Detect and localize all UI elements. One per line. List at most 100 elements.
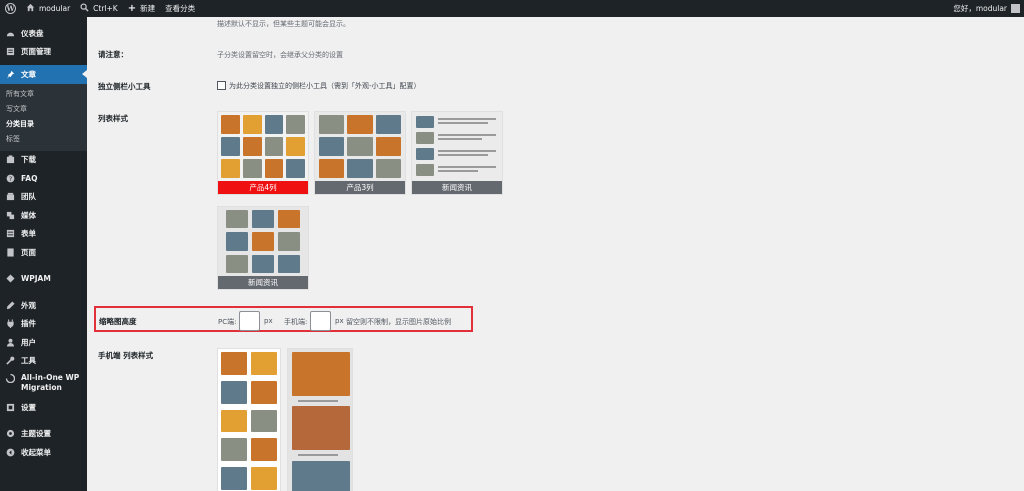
menu-dashboard[interactable]: 仪表盘	[0, 24, 87, 43]
menu-label: All-in-One WP Migration	[21, 373, 80, 392]
migration-icon	[6, 374, 15, 383]
menu-label: 主题设置	[21, 429, 51, 439]
site-name-label: modular	[39, 4, 71, 13]
menu-label: 团队	[21, 192, 36, 202]
greeting-label: 您好，modular	[953, 4, 1007, 13]
mobile-list-style-label: 手机端 列表样式	[98, 351, 154, 360]
svg-text:?: ?	[9, 176, 12, 183]
menu-label: WPJAM	[21, 274, 51, 284]
list-style-caption: 产品3列	[315, 181, 405, 194]
admin-sidebar: 仪表盘 页面管理 文章 所有文章 写文章 分类目录 标签 下载 ? FAQ 团队…	[0, 17, 87, 491]
menu-label: 页面	[21, 247, 36, 257]
admin-bar: W modular Ctrl+K + 新建 查看分类 您好，modular	[0, 0, 1024, 17]
list-style-option-product-3col[interactable]: 产品3列	[314, 111, 406, 195]
menu-label: 媒体	[21, 210, 36, 220]
thumbnail-height-label: 缩略图高度	[99, 317, 137, 326]
dashboard-icon	[6, 29, 15, 38]
category-edit-form: 描述默认不显示，但某些主题可能会显示。 请注意： 子分类设置留空时，会继承父分类…	[87, 17, 1024, 491]
theme-settings-icon	[6, 429, 15, 438]
list-style-option-news-1[interactable]: 新闻资讯	[411, 111, 503, 195]
pin-icon	[6, 70, 15, 79]
menu-settings[interactable]: 设置	[0, 398, 87, 417]
mobile-list-style-option-list[interactable]	[287, 348, 353, 491]
sidebar-widget-checkbox[interactable]	[217, 81, 226, 90]
new-content-link[interactable]: + 新建	[123, 0, 160, 17]
mobile-label: 手机端:	[284, 318, 308, 326]
thumbnail-height-hint: 留空则不限制，显示图片原始比例	[346, 318, 451, 326]
menu-label: 页面管理	[21, 47, 51, 57]
plugins-icon	[6, 319, 15, 329]
menu-label: 插件	[21, 319, 36, 329]
menu-media[interactable]: 媒体	[0, 206, 87, 225]
menu-page[interactable]: 页面	[0, 243, 87, 262]
submenu-categories[interactable]: 分类目录	[0, 117, 87, 132]
submenu-all-posts[interactable]: 所有文章	[0, 87, 87, 102]
menu-label: 工具	[21, 356, 36, 366]
my-account-link[interactable]: 您好，modular	[948, 0, 1024, 17]
thumbnail-image	[315, 112, 405, 181]
appearance-icon	[6, 301, 15, 310]
form-icon	[6, 229, 15, 238]
description-hint: 描述默认不显示，但某些主题可能会显示。	[217, 20, 350, 28]
list-style-caption: 新闻资讯	[412, 181, 502, 194]
new-content-label: 新建	[140, 4, 156, 13]
menu-tools[interactable]: 工具	[0, 352, 87, 371]
menu-label: 表单	[21, 229, 36, 239]
users-icon	[6, 338, 15, 347]
menu-label: 仪表盘	[21, 28, 44, 38]
collapse-icon	[6, 448, 15, 457]
menu-forms[interactable]: 表单	[0, 225, 87, 244]
thumbnail-image	[288, 349, 352, 491]
command-palette-link[interactable]: Ctrl+K	[75, 0, 123, 17]
pc-label: PC端:	[218, 318, 237, 326]
notice-label: 请注意：	[98, 50, 128, 59]
menu-team[interactable]: 团队	[0, 188, 87, 207]
posts-submenu: 所有文章 写文章 分类目录 标签	[0, 83, 87, 151]
menu-download[interactable]: 下载	[0, 151, 87, 170]
thumbnail-image	[218, 349, 280, 491]
mobile-list-style-option-grid[interactable]	[217, 348, 281, 491]
team-icon	[6, 192, 15, 201]
menu-label: 下载	[21, 155, 36, 165]
wpjam-icon	[6, 274, 15, 283]
site-name-link[interactable]: modular	[21, 0, 75, 17]
view-category-link[interactable]: 查看分类	[160, 0, 200, 17]
menu-label: FAQ	[21, 173, 38, 183]
pages-icon	[6, 47, 15, 56]
avatar	[1011, 4, 1020, 13]
menu-label: 外观	[21, 300, 36, 310]
sidebar-widget-text: 为此分类设置独立的侧栏小工具（需到「外观-小工具」配置）	[229, 82, 421, 90]
px-unit-label: px	[335, 317, 344, 325]
notice-text: 子分类设置留空时，会继承父分类的设置	[217, 51, 343, 59]
menu-page-management[interactable]: 页面管理	[0, 43, 87, 62]
list-style-caption: 新闻资讯	[218, 276, 308, 289]
help-icon: ?	[6, 174, 15, 183]
list-style-caption: 产品4列	[218, 181, 308, 194]
menu-posts[interactable]: 文章	[0, 65, 87, 84]
sidebar-widget-label: 独立侧栏小工具	[98, 82, 151, 91]
wp-logo-menu[interactable]: W	[0, 0, 21, 17]
submenu-tags[interactable]: 标签	[0, 132, 87, 147]
pc-height-input[interactable]	[239, 311, 260, 331]
list-style-option-news-2[interactable]: 新闻资讯	[217, 206, 309, 290]
page-icon	[6, 248, 15, 257]
menu-plugins[interactable]: 插件	[0, 315, 87, 334]
menu-all-in-one-migration[interactable]: All-in-One WP Migration	[0, 370, 87, 396]
plus-icon: +	[127, 3, 137, 14]
list-style-option-product-4col[interactable]: 产品4列	[217, 111, 309, 195]
download-icon	[6, 155, 15, 164]
media-icon	[6, 211, 15, 220]
mobile-height-input[interactable]	[310, 311, 331, 331]
submenu-write-post[interactable]: 写文章	[0, 102, 87, 117]
thumbnail-image	[412, 112, 502, 181]
menu-users[interactable]: 用户	[0, 333, 87, 352]
menu-theme-settings[interactable]: 主题设置	[0, 425, 87, 444]
menu-collapse[interactable]: 收起菜单	[0, 443, 87, 462]
thumbnail-image	[218, 112, 308, 181]
list-style-label: 列表样式	[98, 114, 128, 123]
search-shortcut-label: Ctrl+K	[93, 4, 118, 13]
view-category-label: 查看分类	[165, 4, 196, 13]
menu-wpjam[interactable]: WPJAM	[0, 270, 87, 289]
menu-appearance[interactable]: 外观	[0, 296, 87, 315]
menu-faq[interactable]: ? FAQ	[0, 169, 87, 188]
